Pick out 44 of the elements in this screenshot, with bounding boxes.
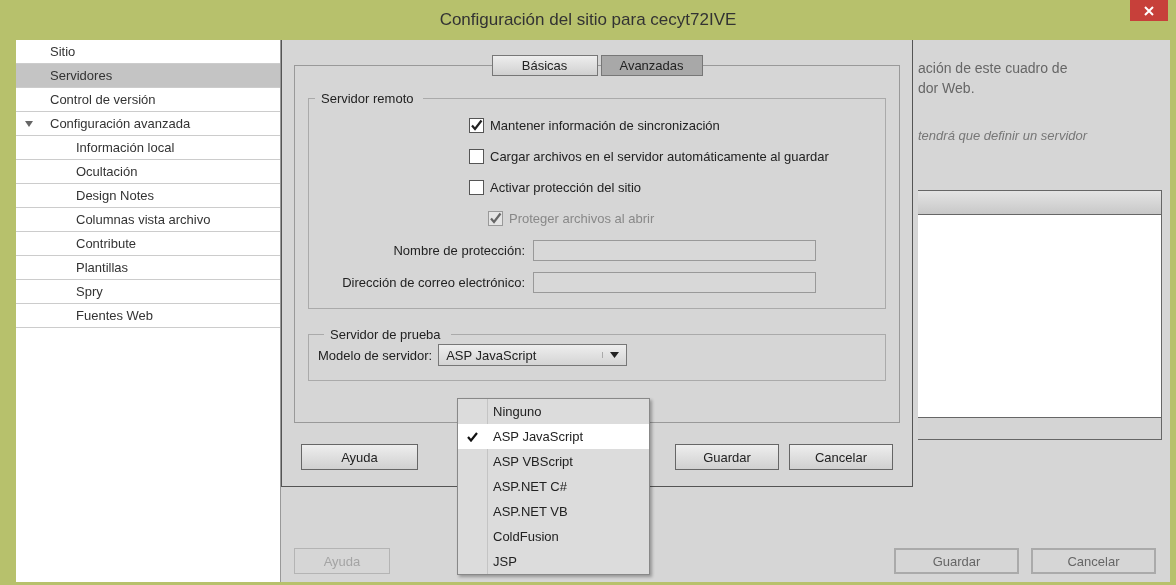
window-title: Configuración del sitio para cecyt72IVE <box>439 10 737 30</box>
sidebar-item[interactable]: Plantillas <box>16 256 280 280</box>
sidebar-item[interactable]: Fuentes Web <box>16 304 280 328</box>
close-button[interactable] <box>1130 0 1168 21</box>
dialog-button[interactable]: Guardar <box>894 548 1019 574</box>
checkbox-label: Mantener información de sincronización <box>490 118 720 133</box>
sidebar-item[interactable]: Servidores <box>16 64 280 88</box>
dialog-button[interactable]: Ayuda <box>301 444 418 470</box>
sidebar-item[interactable]: Información local <box>16 136 280 160</box>
sidebar-item[interactable]: Control de versión <box>16 88 280 112</box>
sidebar-item[interactable]: Design Notes <box>16 184 280 208</box>
sidebar-item[interactable]: Columnas vista archivo <box>16 208 280 232</box>
dialog-button[interactable]: Guardar <box>675 444 779 470</box>
checkbox[interactable] <box>469 149 484 164</box>
checkbox[interactable] <box>469 180 484 195</box>
checkbox[interactable] <box>469 118 484 133</box>
sidebar-item[interactable]: Ocultación <box>16 160 280 184</box>
sidebar-item[interactable]: Contribute <box>16 232 280 256</box>
section-title: Servidor de prueba <box>329 327 442 342</box>
server-model-dropdown[interactable]: ASP JavaScript <box>438 344 628 366</box>
menu-item[interactable]: ASP.NET C# <box>458 474 649 499</box>
menu-item[interactable]: ASP JavaScript <box>458 424 649 449</box>
menu-item[interactable]: ASP.NET VB <box>458 499 649 524</box>
dialog-button[interactable]: Cancelar <box>789 444 893 470</box>
field-label: Dirección de correo electrónico: <box>341 274 526 290</box>
checkbox-label: Activar protección del sitio <box>490 180 641 195</box>
tab[interactable]: Avanzadas <box>600 55 703 76</box>
close-icon <box>1144 5 1154 16</box>
sidebar-item[interactable]: Configuración avanzada <box>16 112 280 136</box>
section-title: Servidor remoto <box>320 91 415 106</box>
checkmark-icon <box>467 431 478 442</box>
tab[interactable]: Básicas <box>491 55 598 76</box>
field-label: Modelo de servidor: <box>318 347 433 363</box>
checkbox-label: Cargar archivos en el servidor automáticamente al guardar <box>490 149 829 164</box>
expanded-triangle-icon[interactable] <box>25 120 33 128</box>
field-label: Nombre de protección: <box>392 242 526 258</box>
menu-item[interactable]: JSP <box>458 549 649 574</box>
checkbox-label: Proteger archivos al abrir <box>509 211 655 226</box>
menu-item[interactable]: ASP VBScript <box>458 449 649 474</box>
note-text: tendrá que definir un servidor <box>918 128 1089 143</box>
description-text: ación de este cuadro de dor Web. <box>918 59 1069 98</box>
dialog-button[interactable]: Cancelar <box>1031 548 1156 574</box>
sidebar-item[interactable]: Spry <box>16 280 280 304</box>
menu-item[interactable]: ColdFusion <box>458 524 649 549</box>
